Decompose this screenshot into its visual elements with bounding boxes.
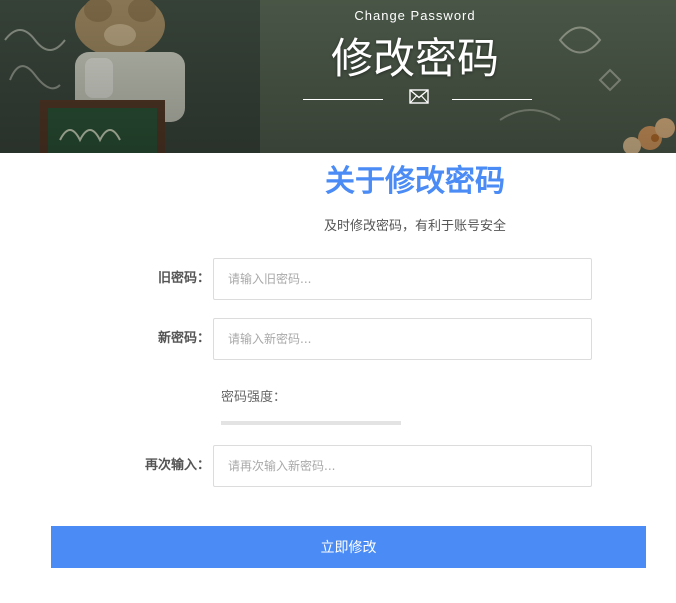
old-password-label: 旧密码： <box>157 271 210 286</box>
mail-icon <box>409 89 429 104</box>
banner-divider-left <box>303 99 383 100</box>
section-title: 关于修改密码 <box>325 164 505 199</box>
banner-divider-right <box>452 99 532 100</box>
old-password-input[interactable] <box>213 258 592 300</box>
confirm-password-label: 再次输入： <box>144 458 210 473</box>
password-strength-label: 密码强度： <box>221 390 287 405</box>
password-strength-bar <box>221 421 401 425</box>
banner-title: 修改密码 <box>330 34 499 83</box>
new-password-input[interactable] <box>213 318 592 360</box>
section-description: 及时修改密码，有利于账号安全 <box>323 219 506 234</box>
header-banner: Change Password 修改密码 <box>0 0 676 153</box>
submit-button[interactable]: 立即修改 <box>51 526 646 568</box>
banner-subtitle: Change Password <box>354 8 476 23</box>
new-password-label: 新密码： <box>157 331 210 346</box>
confirm-password-input[interactable] <box>213 445 592 487</box>
